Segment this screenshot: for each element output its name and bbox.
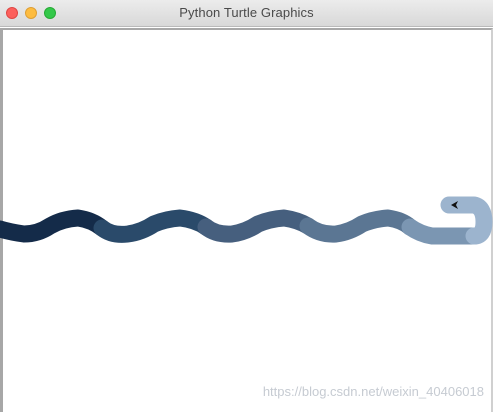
snake-segment-4 (299, 209, 419, 243)
snake-segment-5 (401, 218, 483, 245)
snake-segment-2 (93, 209, 215, 243)
python-snake-drawing (0, 196, 493, 245)
blog-watermark: https://blog.csdn.net/weixin_40406018 (262, 384, 484, 399)
turtle-window: Python Turtle Graphics https://blog.csdn… (0, 0, 493, 412)
snake-segment-3 (197, 209, 317, 243)
snake-segment-1 (0, 209, 111, 243)
